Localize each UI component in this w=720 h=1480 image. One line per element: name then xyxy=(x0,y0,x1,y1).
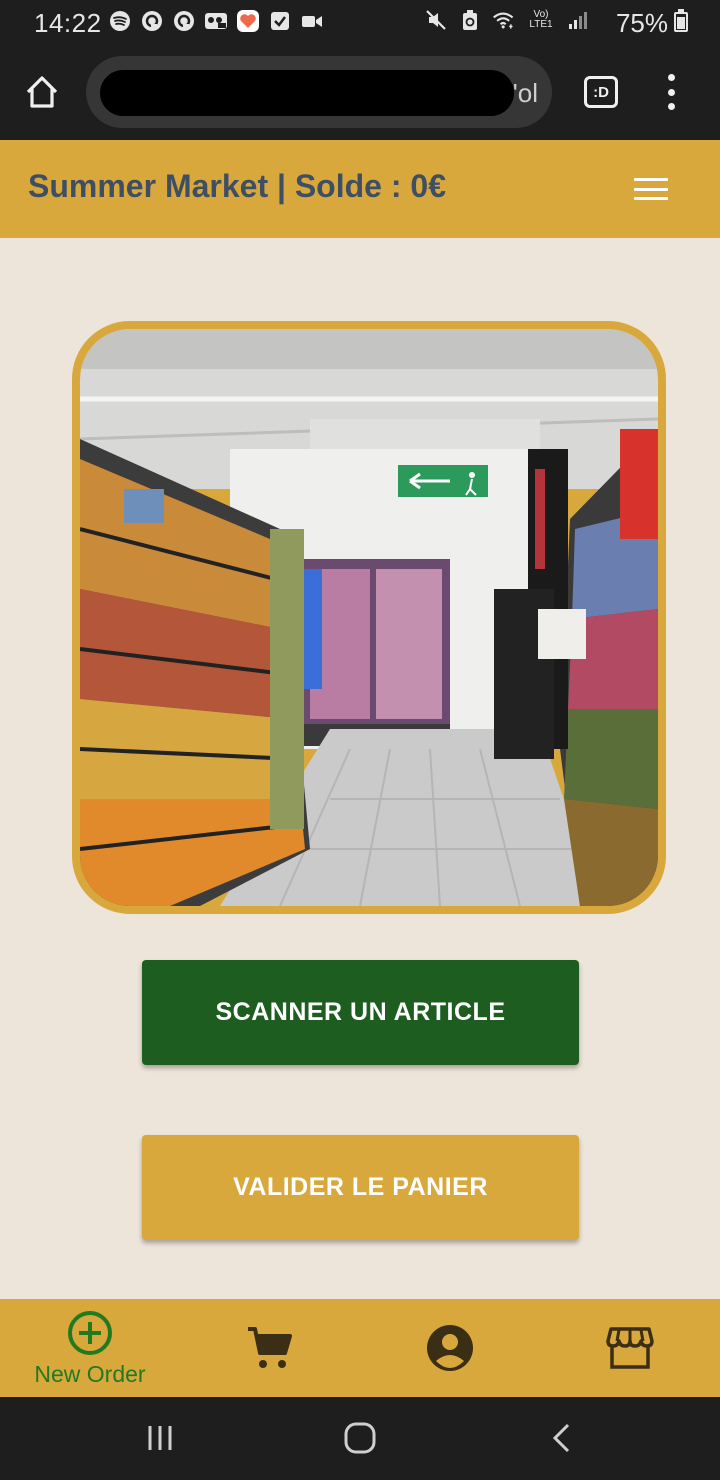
notification-icons xyxy=(108,9,324,33)
dot xyxy=(667,88,675,96)
recent-apps-button[interactable] xyxy=(140,1421,180,1455)
menu-line xyxy=(634,187,668,191)
menu-line xyxy=(634,197,668,200)
voicemail-icon xyxy=(204,9,228,33)
signal-icon xyxy=(566,8,590,32)
scan-article-button[interactable]: SCANNER UN ARTICLE xyxy=(142,960,579,1065)
url-bar[interactable]: 'ol xyxy=(86,56,552,128)
nav-item-store[interactable] xyxy=(540,1299,720,1397)
sync-icon xyxy=(140,9,164,33)
store-icon xyxy=(606,1327,654,1369)
browser-toolbar: 'ol :D xyxy=(0,44,720,140)
wifi-icon xyxy=(492,8,516,32)
home-circle-icon xyxy=(344,1422,376,1454)
status-time: 14:22 xyxy=(34,8,102,38)
more-options-button[interactable] xyxy=(660,74,682,110)
nav-label-new-order: New Order xyxy=(34,1360,146,1387)
url-text: 'ol xyxy=(512,78,538,108)
spotify-icon xyxy=(108,9,132,33)
bottom-navigation: New Order xyxy=(0,1299,720,1397)
back-chevron-icon xyxy=(552,1423,570,1453)
home-icon xyxy=(26,76,58,108)
system-status-icons: Vo) LTE1 xyxy=(424,8,590,32)
menu-line xyxy=(634,178,668,181)
nav-item-account[interactable] xyxy=(360,1299,540,1397)
home-button[interactable] xyxy=(22,72,62,112)
recent-apps-icon xyxy=(148,1426,172,1450)
system-navigation-bar xyxy=(0,1397,720,1480)
nav-item-new-order[interactable]: New Order xyxy=(0,1299,180,1397)
account-icon xyxy=(427,1325,473,1371)
mute-icon xyxy=(424,8,448,32)
url-redaction xyxy=(100,70,514,116)
page-title: Summer Market | Solde : 0€ xyxy=(28,168,446,204)
nav-item-cart[interactable] xyxy=(180,1299,360,1397)
video-icon xyxy=(300,9,324,33)
app-header: Summer Market | Solde : 0€ xyxy=(0,140,720,238)
battery-icon xyxy=(674,9,688,32)
menu-button[interactable] xyxy=(634,178,668,200)
dot xyxy=(667,103,675,110)
photo-frame xyxy=(72,321,666,914)
validate-cart-button[interactable]: VALIDER LE PANIER xyxy=(142,1135,579,1240)
recycle-icon xyxy=(458,8,482,32)
back-button[interactable] xyxy=(542,1421,582,1455)
tabs-button[interactable]: :D xyxy=(584,76,618,108)
home-nav-button[interactable] xyxy=(340,1421,380,1455)
sync-icon xyxy=(172,9,196,33)
main-content: SCANNER UN ARTICLE VALIDER LE PANIER xyxy=(0,238,720,1299)
battery-percent: 75% xyxy=(615,8,668,38)
check-icon xyxy=(268,9,292,33)
supermarket-aisle-photo xyxy=(80,329,658,906)
add-circle-icon xyxy=(68,1310,112,1355)
dot xyxy=(667,74,675,81)
status-bar: 14:22 Vo) LTE1 75% xyxy=(0,0,720,44)
health-icon xyxy=(236,9,260,33)
cart-icon xyxy=(248,1327,292,1368)
volte-icon: Vo) LTE1 xyxy=(529,9,553,30)
